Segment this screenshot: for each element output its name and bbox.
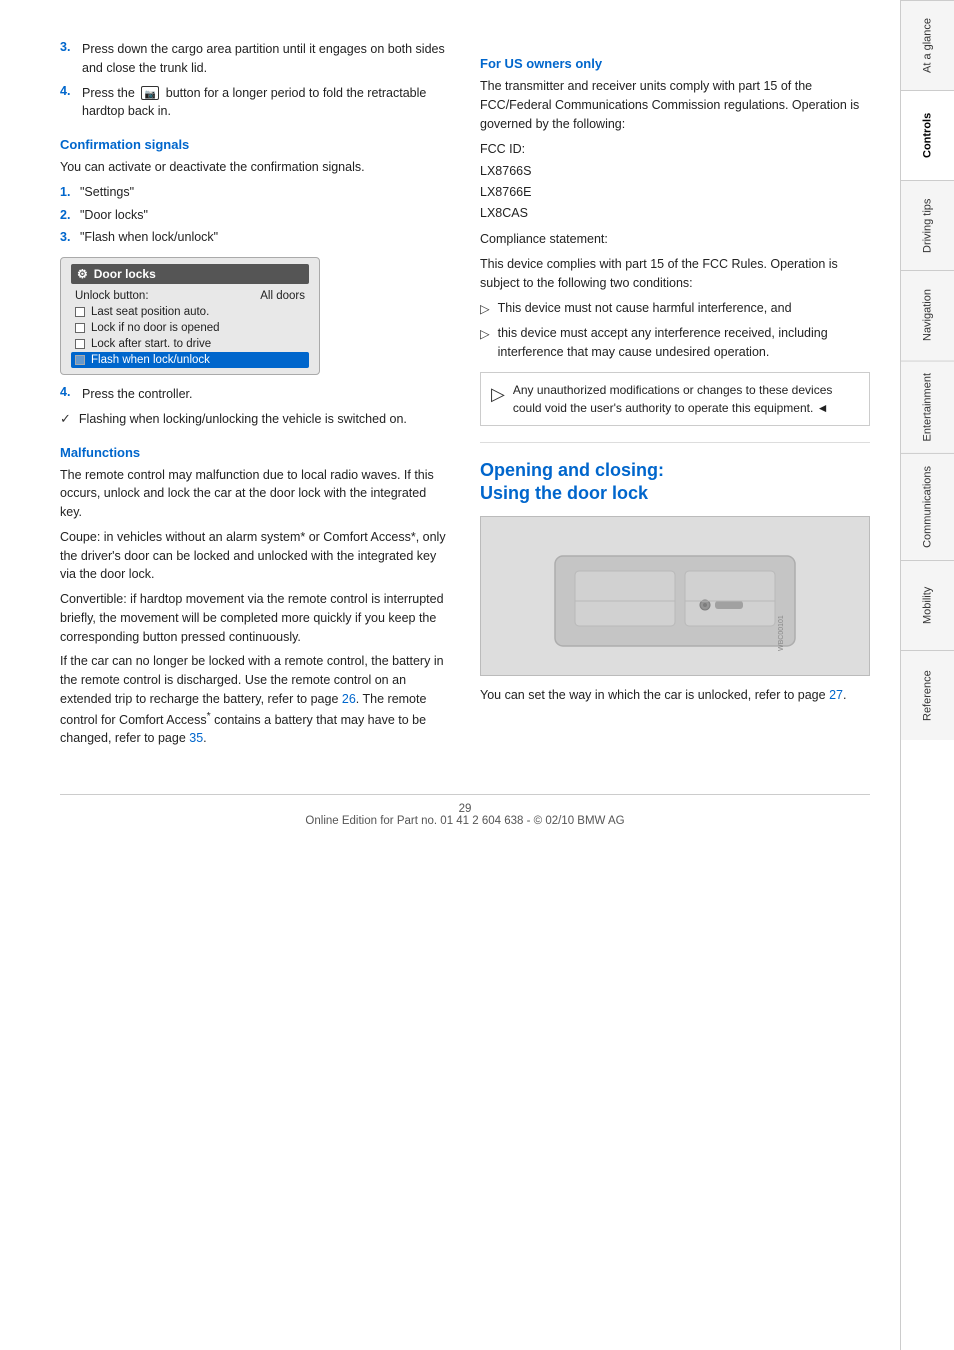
sidebar-tab-entertainment[interactable]: Entertainment: [901, 360, 954, 453]
footer-text: Online Edition for Part no. 01 41 2 604 …: [305, 815, 624, 827]
compliance-label: Compliance statement:: [480, 230, 870, 249]
page-footer: 29 Online Edition for Part no. 01 41 2 6…: [60, 794, 870, 827]
step-3: 3. Press down the cargo area partition u…: [60, 40, 450, 78]
main-content: 3. Press down the cargo area partition u…: [0, 0, 900, 1350]
conf-step-2: 2. "Door locks": [60, 206, 450, 225]
menu-item-unlock-button: Unlock button: All doors: [71, 288, 309, 304]
checkbox-flash-lock: [75, 355, 85, 365]
step3-text: Press down the cargo area partition unti…: [82, 40, 450, 78]
malfunction-para1: The remote control may malfunction due t…: [60, 466, 450, 522]
sidebar-tab-driving-tips[interactable]: Driving tips: [901, 180, 954, 270]
fcc-id-1: LX8766S: [480, 164, 531, 178]
compliance-text: This device complies with part 15 of the…: [480, 255, 870, 293]
end-marker: ◄: [817, 401, 829, 415]
left-column: 3. Press down the cargo area partition u…: [60, 40, 450, 754]
fcc-id-label: FCC ID:: [480, 142, 525, 156]
section-divider: [480, 442, 870, 443]
door-lock-caption: You can set the way in which the car is …: [480, 686, 870, 705]
warning-triangle-icon: ▷: [491, 381, 505, 417]
sidebar-tab-reference[interactable]: Reference: [901, 650, 954, 740]
step4-text: Press the 📷 button for a longer period t…: [82, 84, 450, 122]
malfunction-para4: If the car can no longer be locked with …: [60, 652, 450, 748]
menu-item-flash-lock: Flash when lock/unlock: [71, 352, 309, 368]
flashing-note: ✓ Flashing when locking/unlocking the ve…: [60, 410, 450, 429]
fcc-id-block: FCC ID: LX8766S LX8766E LX8CAS: [480, 139, 870, 224]
conf-step4-text: Press the controller.: [82, 385, 192, 404]
page27-link[interactable]: 27: [829, 688, 843, 702]
checkbox-last-seat: [75, 307, 85, 317]
checkbox-lock-no-door: [75, 323, 85, 333]
for-us-owners-heading: For US owners only: [480, 56, 870, 71]
conditions-list: This device must not cause harmful inter…: [480, 299, 870, 362]
fcc-intro: The transmitter and receiver units compl…: [480, 77, 870, 133]
camera-icon: 📷: [141, 86, 159, 100]
sidebar-tab-controls[interactable]: Controls: [901, 90, 954, 180]
sidebar-tab-navigation[interactable]: Navigation: [901, 270, 954, 360]
sidebar-tabs: At a glance Controls Driving tips Naviga…: [900, 0, 954, 1350]
menu-title: ⚙ Door locks: [71, 264, 309, 284]
warning-box: ▷ Any unauthorized modifications or chan…: [480, 372, 870, 426]
malfunction-para3: Convertible: if hardtop movement via the…: [60, 590, 450, 646]
confirmation-steps-list: 1. "Settings" 2. "Door locks" 3. "Flash …: [60, 183, 450, 247]
page-number: 29: [459, 803, 472, 815]
condition-2: this device must accept any interference…: [480, 324, 870, 362]
conf-step4-num: 4.: [60, 385, 74, 399]
car-door-image: WBC00101: [480, 516, 870, 676]
sidebar-tab-communications[interactable]: Communications: [901, 453, 954, 560]
svg-text:WBC00101: WBC00101: [778, 615, 785, 651]
warning-text: Any unauthorized modifications or change…: [513, 381, 859, 417]
settings-icon: ⚙: [77, 267, 88, 281]
conf-step-3: 3. "Flash when lock/unlock": [60, 228, 450, 247]
menu-item-lock-after-start: Lock after start. to drive: [71, 336, 309, 352]
checkmark-icon: ✓: [60, 411, 71, 427]
conf-step-1: 1. "Settings": [60, 183, 450, 202]
page26-link[interactable]: 26: [342, 692, 356, 706]
sidebar-tab-mobility[interactable]: Mobility: [901, 560, 954, 650]
door-locks-menu-screenshot: ⚙ Door locks Unlock button: All doors La…: [60, 257, 320, 375]
opening-closing-heading: Opening and closing: Using the door lock: [480, 459, 870, 506]
step4-number: 4.: [60, 84, 74, 98]
fcc-id-2: LX8766E: [480, 185, 531, 199]
malfunctions-heading: Malfunctions: [60, 445, 450, 460]
sidebar-tab-at-a-glance[interactable]: At a glance: [901, 0, 954, 90]
conf-step-4: 4. Press the controller.: [60, 385, 450, 404]
step3-number: 3.: [60, 40, 74, 54]
right-column: For US owners only The transmitter and r…: [480, 40, 870, 754]
confirmation-signals-intro: You can activate or deactivate the confi…: [60, 158, 450, 177]
car-door-illustration: WBC00101: [545, 526, 805, 666]
page35-link[interactable]: 35: [189, 731, 203, 745]
fcc-id-3: LX8CAS: [480, 206, 528, 220]
step-4-hardtop: 4. Press the 📷 button for a longer perio…: [60, 84, 450, 122]
menu-item-lock-no-door: Lock if no door is opened: [71, 320, 309, 336]
confirmation-signals-heading: Confirmation signals: [60, 137, 450, 152]
malfunction-para2: Coupe: in vehicles without an alarm syst…: [60, 528, 450, 584]
condition-1: This device must not cause harmful inter…: [480, 299, 870, 319]
menu-item-last-seat: Last seat position auto.: [71, 304, 309, 320]
checkbox-lock-after-start: [75, 339, 85, 349]
